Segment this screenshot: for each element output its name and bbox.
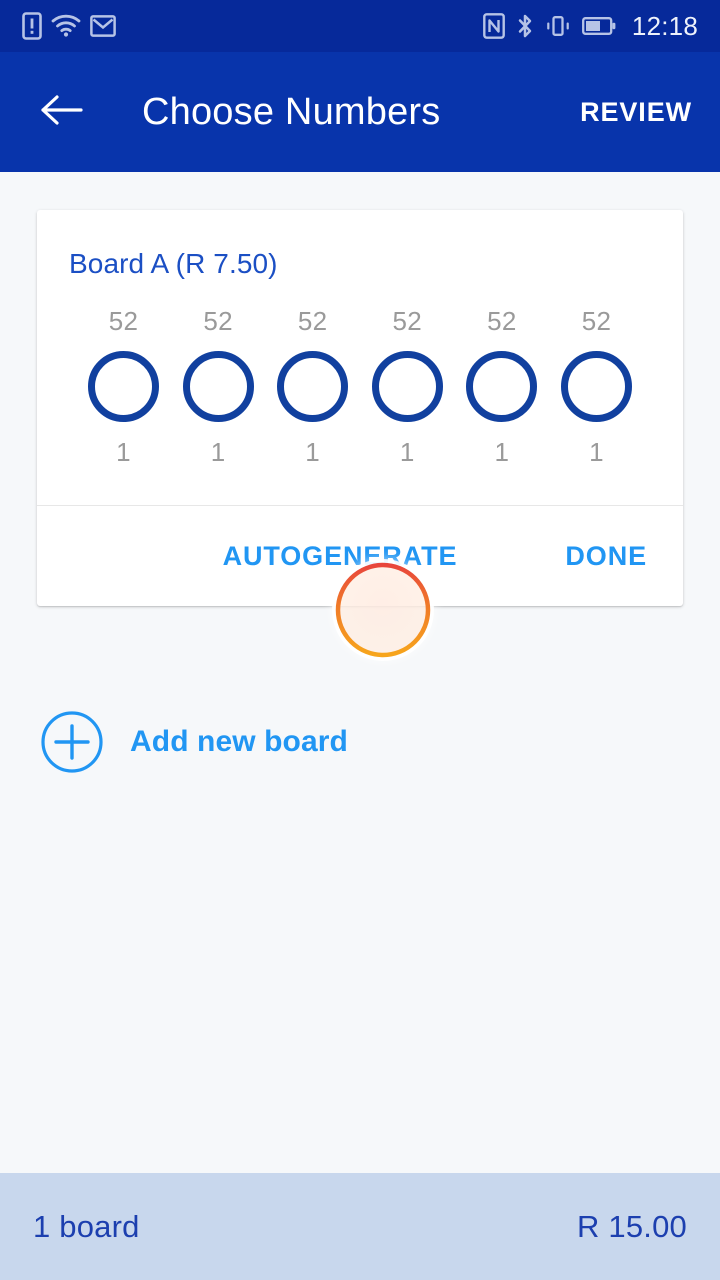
card-actions: AUTOGENERATE DONE [37, 506, 683, 606]
add-new-board-button[interactable]: Add new board [40, 710, 348, 774]
picker-min-label: 1 [399, 437, 415, 467]
review-button[interactable]: REVIEW [576, 87, 696, 138]
board-title: Board A (R 7.50) [69, 248, 278, 279]
email-icon [90, 13, 116, 39]
number-picker[interactable]: 52 1 [271, 304, 354, 469]
picker-min-label: 1 [210, 437, 226, 467]
picker-max-label: 52 [392, 306, 423, 336]
picker-value-circle[interactable] [182, 351, 254, 422]
picker-max-label: 52 [203, 306, 233, 336]
autogenerate-button[interactable]: AUTOGENERATE [199, 525, 482, 588]
plus-circle-icon [40, 710, 104, 774]
picker-min-label: 1 [494, 437, 510, 467]
done-button[interactable]: DONE [541, 525, 671, 588]
picker-max-label: 52 [581, 306, 612, 336]
status-bar-left-icons [22, 12, 116, 40]
picker-max-label: 52 [108, 306, 139, 336]
number-picker[interactable]: 52 1 [366, 304, 449, 469]
picker-min-label: 1 [589, 437, 604, 467]
total-price-label: R 15.00 [577, 1208, 687, 1244]
summary-bar: 1 board R 15.00 [0, 1173, 720, 1280]
status-bar-right-icons: 12:18 [483, 11, 698, 42]
battery-icon [581, 16, 616, 36]
picker-value-circle[interactable] [466, 351, 538, 422]
status-bar: 12:18 [0, 0, 720, 52]
page-title: Choose Numbers [142, 90, 441, 133]
add-new-board-label: Add new board [130, 725, 348, 758]
picker-min-label: 1 [305, 437, 321, 467]
vibrate-icon [545, 13, 571, 39]
picker-max-label: 52 [297, 306, 328, 336]
nfc-icon [483, 13, 505, 39]
bluetooth-icon [516, 13, 534, 39]
number-picker[interactable]: 52 1 [460, 304, 543, 469]
picker-value-circle[interactable] [88, 351, 159, 422]
number-picker[interactable]: 52 1 [82, 304, 165, 469]
picker-value-circle[interactable] [371, 351, 443, 422]
number-picker[interactable]: 52 1 [177, 304, 260, 469]
back-button[interactable] [34, 84, 90, 140]
status-bar-clock: 12:18 [631, 10, 698, 41]
board-count-label: 1 board [33, 1208, 140, 1244]
picker-min-label: 1 [116, 437, 131, 467]
wifi-icon [51, 14, 81, 38]
board-card: Board A (R 7.50) 52 1 52 1 52 1 52 1 52 … [37, 210, 683, 606]
picker-max-label: 52 [487, 306, 517, 336]
picker-value-circle[interactable] [560, 351, 632, 422]
picker-value-circle[interactable] [277, 351, 349, 422]
app-screen: 12:18 Choose Numbers REVIEW Board A (R 7… [0, 0, 720, 1280]
back-arrow-icon [40, 93, 84, 132]
number-picker[interactable]: 52 1 [555, 304, 638, 469]
app-bar: Choose Numbers REVIEW [0, 52, 720, 172]
sim-alert-icon [22, 12, 42, 40]
number-picker-row: 52 1 52 1 52 1 52 1 52 1 52 1 [37, 280, 683, 469]
